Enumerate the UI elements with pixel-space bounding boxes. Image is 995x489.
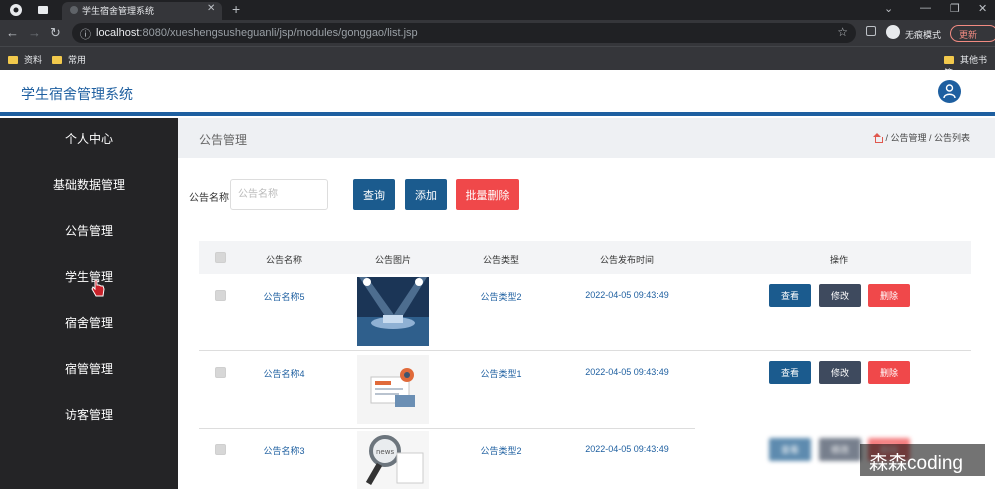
reload-icon[interactable]: ↻ bbox=[50, 25, 61, 41]
sidebar-item-visitors[interactable]: 访客管理 bbox=[0, 406, 178, 423]
col-image: 公告图片 bbox=[374, 255, 412, 265]
row-type: 公告类型1 bbox=[480, 369, 522, 379]
announcement-image bbox=[357, 277, 429, 346]
minimize-icon[interactable]: — bbox=[920, 2, 931, 14]
row-name: 公告名称3 bbox=[263, 446, 305, 456]
browser-tab-bar: 学生宿舍管理系统 ✕ + ⌄ — ❐ ✕ bbox=[0, 0, 995, 20]
search-input[interactable] bbox=[230, 179, 328, 210]
tab-favicon-icon bbox=[68, 3, 82, 17]
search-label: 公告名称 bbox=[189, 193, 229, 204]
select-all-checkbox[interactable] bbox=[215, 252, 226, 263]
back-icon[interactable]: ← bbox=[6, 25, 19, 40]
hand-cursor-icon bbox=[91, 279, 105, 297]
tab-search-icon[interactable] bbox=[36, 3, 50, 17]
row-divider bbox=[199, 350, 971, 351]
incognito-label: 无痕模式 bbox=[905, 30, 942, 40]
view-button[interactable]: 查看 bbox=[769, 361, 811, 384]
row-checkbox[interactable] bbox=[215, 444, 226, 455]
col-actions: 操作 bbox=[829, 255, 849, 265]
row-checkbox[interactable] bbox=[215, 367, 226, 378]
row-type: 公告类型2 bbox=[480, 292, 522, 302]
sidebar-nav: 个人中心 基础数据管理 公告管理 学生管理 宿舍管理 宿管管理 访客管理 bbox=[0, 118, 178, 489]
app-header: 学生宿舍管理系统 bbox=[0, 70, 995, 116]
page-title: 公告管理 bbox=[199, 133, 248, 147]
folder-icon bbox=[944, 56, 954, 64]
bookmarks-bar: 资料 常用 其他书签 bbox=[0, 46, 995, 78]
delete-button[interactable]: 删除 bbox=[868, 361, 910, 384]
folder-icon bbox=[8, 56, 18, 64]
sidebar-item-announcements[interactable]: 公告管理 bbox=[0, 222, 178, 239]
add-button[interactable]: 添加 bbox=[405, 179, 447, 210]
query-button[interactable]: 查询 bbox=[353, 179, 395, 210]
browser-address-bar: ← → ↻ ⓘ localhost:8080/xueshengsusheguan… bbox=[0, 20, 995, 46]
row-time: 2022-04-05 09:43:49 bbox=[585, 444, 669, 454]
view-button[interactable]: 查看 bbox=[769, 284, 811, 307]
row-name: 公告名称5 bbox=[263, 292, 305, 302]
bookmark-folder-2[interactable]: 常用 bbox=[52, 53, 86, 66]
edit-button[interactable]: 修改 bbox=[819, 284, 861, 307]
table-header: 公告名称 公告图片 公告类型 公告发布时间 操作 bbox=[199, 241, 971, 274]
bookmark-folder-1[interactable]: 资料 bbox=[8, 53, 42, 66]
breadcrumb: / 公告管理 / 公告列表 bbox=[873, 131, 970, 144]
row-name: 公告名称4 bbox=[263, 369, 305, 379]
watermark: 森森coding bbox=[860, 444, 985, 476]
incognito-icon[interactable] bbox=[886, 25, 900, 39]
sidebar-item-students[interactable]: 学生管理 bbox=[0, 268, 178, 285]
new-tab-icon[interactable]: + bbox=[232, 1, 240, 17]
edit-button[interactable]: 修改 bbox=[819, 361, 861, 384]
announcement-image bbox=[357, 355, 429, 424]
forward-icon[interactable]: → bbox=[28, 25, 41, 40]
delete-button[interactable]: 删除 bbox=[868, 284, 910, 307]
tab-close-icon[interactable]: ✕ bbox=[207, 3, 215, 14]
row-time: 2022-04-05 09:43:49 bbox=[585, 367, 669, 377]
side-panel-icon[interactable] bbox=[866, 26, 876, 36]
sidebar-item-dorms[interactable]: 宿舍管理 bbox=[0, 314, 178, 331]
close-window-icon[interactable]: ✕ bbox=[978, 2, 987, 15]
view-button[interactable]: 查看 bbox=[769, 438, 811, 461]
edit-button[interactable]: 修改 bbox=[819, 438, 861, 461]
sidebar-item-personal-center[interactable]: 个人中心 bbox=[0, 130, 178, 147]
tab-title[interactable]: 学生宿舍管理系统 bbox=[82, 4, 154, 17]
app-title: 学生宿舍管理系统 bbox=[21, 86, 133, 102]
batch-delete-button[interactable]: 批量删除 bbox=[456, 179, 519, 210]
user-avatar-icon[interactable] bbox=[938, 80, 961, 103]
sidebar-item-basic-data[interactable]: 基础数据管理 bbox=[0, 176, 178, 193]
site-info-icon[interactable]: ⓘ bbox=[80, 26, 91, 42]
col-type: 公告类型 bbox=[482, 255, 520, 265]
bookmark-star-icon[interactable]: ☆ bbox=[837, 25, 848, 39]
breadcrumb-bar: 公告管理 / 公告管理 / 公告列表 bbox=[178, 118, 995, 158]
main-content: 公告管理 / 公告管理 / 公告列表 公告名称 查询 添加 批量删除 公告名称 … bbox=[178, 118, 995, 489]
url-field[interactable]: ⓘ localhost:8080/xueshengsusheguanli/jsp… bbox=[72, 23, 856, 43]
tab-list-chevron-icon[interactable]: ⌄ bbox=[884, 2, 893, 15]
row-time: 2022-04-05 09:43:49 bbox=[585, 290, 669, 300]
announcement-image: news bbox=[357, 431, 429, 489]
col-time: 公告发布时间 bbox=[599, 255, 655, 265]
url-text: localhost:8080/xueshengsusheguanli/jsp/m… bbox=[96, 27, 418, 39]
sidebar-item-dorm-managers[interactable]: 宿管管理 bbox=[0, 360, 178, 377]
update-button[interactable]: 更新 bbox=[950, 25, 995, 42]
restore-icon[interactable]: ❐ bbox=[950, 2, 960, 15]
home-icon[interactable] bbox=[873, 133, 883, 143]
row-checkbox[interactable] bbox=[215, 290, 226, 301]
row-type: 公告类型2 bbox=[480, 446, 522, 456]
chrome-menu-icon[interactable] bbox=[9, 3, 23, 17]
folder-icon bbox=[52, 56, 62, 64]
row-divider bbox=[199, 428, 695, 429]
col-name: 公告名称 bbox=[265, 255, 303, 265]
svg-text:news: news bbox=[376, 448, 394, 456]
